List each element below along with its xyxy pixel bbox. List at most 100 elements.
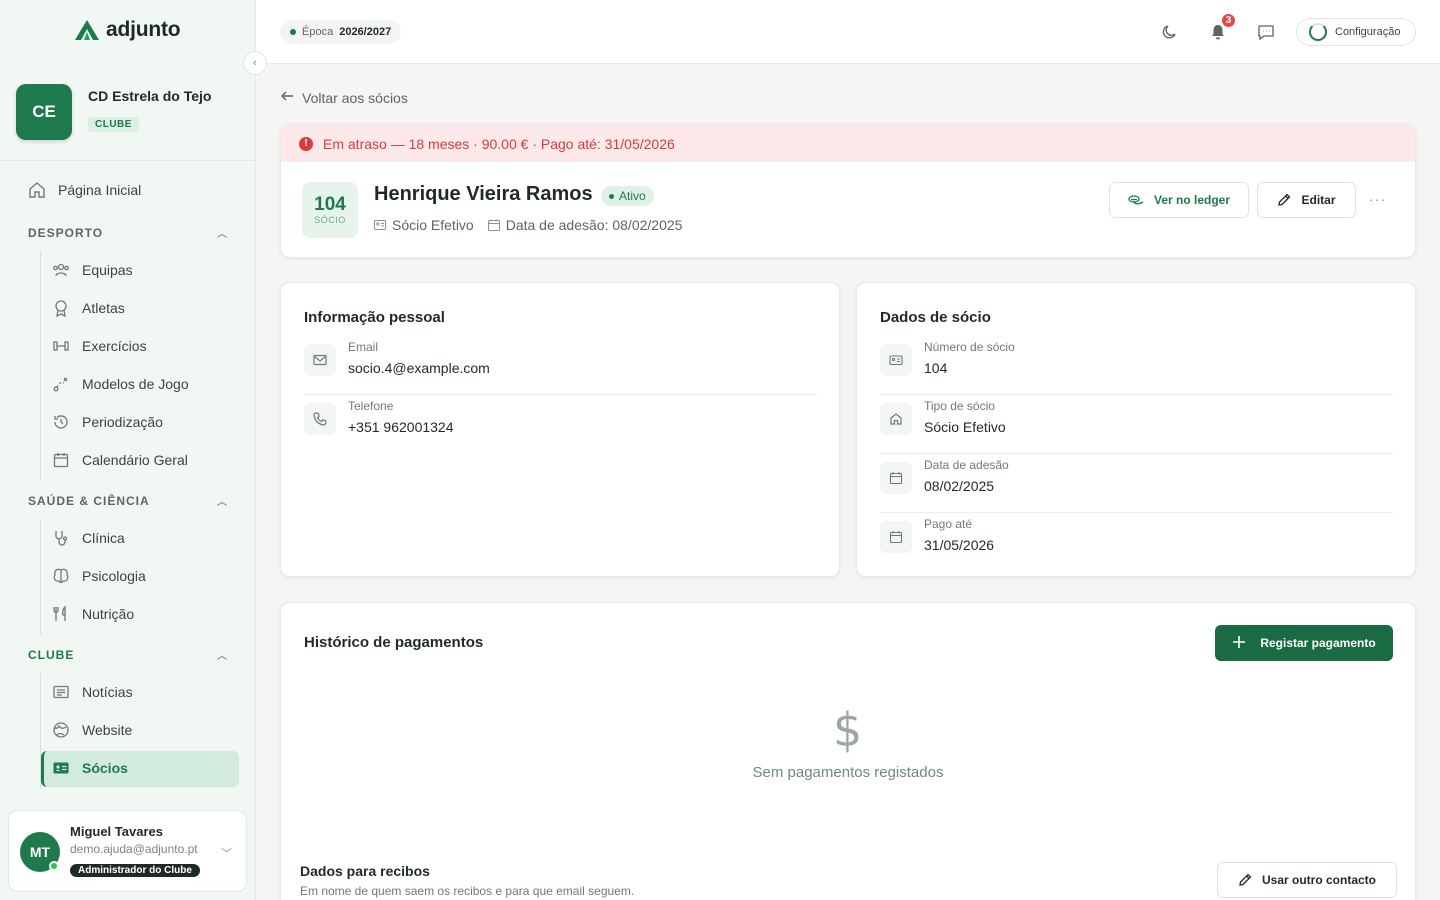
pencil-icon bbox=[1278, 193, 1291, 206]
receipt-data-title: Dados para recibos bbox=[300, 863, 430, 879]
receipt-data-subtitle: Em nome de quem saem os recibos e para q… bbox=[300, 884, 635, 898]
sidebar-item-label: Sócios bbox=[82, 760, 128, 776]
dumbbell-icon bbox=[52, 337, 70, 355]
sidebar-item-home[interactable]: Página Inicial bbox=[28, 181, 141, 199]
info-value[interactable]: +351 962001324 bbox=[348, 419, 454, 435]
season-selector[interactable]: Época 2026/2027 bbox=[280, 20, 402, 44]
section-clube[interactable]: CLUBE ︿ bbox=[28, 647, 228, 663]
brain-icon bbox=[52, 567, 70, 585]
sidebar-item-equipas[interactable]: Equipas bbox=[52, 261, 133, 279]
sidebar-item-label: Nutrição bbox=[82, 606, 135, 622]
id-card-icon bbox=[880, 344, 912, 376]
register-payment-button[interactable]: Registar pagamento bbox=[1215, 625, 1393, 661]
season-label: Época bbox=[302, 26, 334, 38]
club-selector[interactable]: CE CD Estrela do Tejo CLUBE bbox=[0, 64, 255, 161]
info-value: 08/02/2025 bbox=[924, 478, 995, 494]
info-value: 104 bbox=[924, 360, 948, 376]
view-ledger-label: Ver no ledger bbox=[1153, 193, 1231, 207]
info-row-email: Email socio.4@example.com bbox=[304, 336, 817, 395]
sidebar-item-exercicios[interactable]: Exercícios bbox=[52, 337, 147, 355]
sidebar-item-label: Notícias bbox=[82, 684, 133, 700]
info-value: Sócio Efetivo bbox=[924, 419, 1006, 435]
sidebar-item-label: Psicologia bbox=[82, 568, 146, 584]
member-join-label: Data de adesão: 08/02/2025 bbox=[505, 217, 683, 233]
chevron-left-icon: ‹ bbox=[253, 57, 257, 69]
info-row-member-type: Tipo de sócio Sócio Efetivo bbox=[880, 395, 1393, 454]
user-menu[interactable]: MT Miguel Tavares demo.ajuda@adjunto.pt … bbox=[8, 810, 247, 892]
user-email: demo.ajuda@adjunto.pt bbox=[70, 842, 198, 856]
sidebar-item-website[interactable]: Website bbox=[52, 721, 132, 739]
mail-icon bbox=[304, 344, 336, 376]
info-row-join-date: Data de adesão 08/02/2025 bbox=[880, 454, 1393, 513]
chevron-up-icon: ︿ bbox=[217, 229, 228, 240]
nav-tree-line bbox=[40, 251, 41, 481]
info-row-paid-until: Pago até 31/05/2026 bbox=[880, 513, 1393, 572]
sidebar-item-clinica[interactable]: Clínica bbox=[52, 529, 125, 547]
info-row-member-number: Número de sócio 104 bbox=[880, 336, 1393, 395]
sidebar-item-label: Exercícios bbox=[82, 338, 147, 354]
tactics-icon bbox=[52, 375, 70, 393]
section-saude-ciencia[interactable]: SAÚDE & CIÊNCIA ︿ bbox=[28, 493, 228, 509]
info-label: Pago até bbox=[924, 517, 973, 531]
alert-circle-icon: ! bbox=[299, 136, 313, 151]
overdue-alert: ! Em atraso — 18 meses · 90.00 € · Pago … bbox=[281, 125, 1415, 162]
medal-icon bbox=[52, 299, 70, 317]
member-join-date: Data de adesão: 08/02/2025 bbox=[487, 217, 683, 233]
newspaper-icon bbox=[52, 683, 70, 701]
club-name: CD Estrela do Tejo bbox=[88, 88, 212, 104]
member-type-label: Sócio Efetivo bbox=[392, 217, 474, 233]
nav-tree-line bbox=[40, 519, 41, 635]
topbar: Época 2026/2027 3 Configuração bbox=[256, 0, 1440, 64]
member-number: 104 bbox=[314, 194, 346, 215]
online-status-dot bbox=[49, 861, 59, 871]
panel-title: Informação pessoal bbox=[304, 309, 445, 326]
sidebar-item-calendario-geral[interactable]: Calendário Geral bbox=[52, 451, 188, 469]
arrow-left-icon bbox=[280, 89, 294, 106]
sidebar-item-label: Calendário Geral bbox=[82, 452, 188, 468]
app-name: adjunto bbox=[106, 18, 181, 41]
plus-icon bbox=[1232, 635, 1246, 652]
money-icon bbox=[1128, 195, 1144, 205]
sidebar-item-label: Atletas bbox=[82, 300, 125, 316]
app-logo[interactable]: adjunto bbox=[74, 18, 181, 42]
configuration-button[interactable]: Configuração bbox=[1296, 18, 1416, 46]
home-icon bbox=[880, 403, 912, 435]
use-other-contact-button[interactable]: Usar outro contacto bbox=[1217, 862, 1397, 898]
member-number-label: SÓCIO bbox=[314, 215, 346, 225]
sidebar-item-nutricao[interactable]: Nutrição bbox=[52, 605, 134, 623]
empty-state-text: Sem pagamentos registados bbox=[752, 764, 944, 781]
sidebar-item-noticias[interactable]: Notícias bbox=[52, 683, 133, 701]
sidebar-item-periodizacao[interactable]: Periodização bbox=[52, 413, 163, 431]
edit-button[interactable]: Editar bbox=[1257, 182, 1356, 218]
sidebar-item-psicologia[interactable]: Psicologia bbox=[52, 567, 146, 585]
status-label: Ativo bbox=[619, 189, 646, 203]
id-card-icon bbox=[374, 220, 386, 230]
info-label: Data de adesão bbox=[924, 458, 1009, 472]
sidebar-item-modelos-de-jogo[interactable]: Modelos de Jogo bbox=[52, 375, 189, 393]
sidebar-item-socios[interactable]: Sócios bbox=[52, 759, 128, 777]
panel-title: Dados de sócio bbox=[880, 309, 991, 326]
collapse-sidebar-button[interactable]: ‹ bbox=[243, 51, 267, 75]
view-ledger-button[interactable]: Ver no ledger bbox=[1109, 182, 1249, 218]
info-value[interactable]: socio.4@example.com bbox=[348, 360, 490, 376]
season-status-dot bbox=[290, 29, 296, 35]
messages-button[interactable] bbox=[1254, 20, 1278, 44]
section-desporto[interactable]: DESPORTO ︿ bbox=[28, 225, 228, 241]
sidebar-item-atletas[interactable]: Atletas bbox=[52, 299, 125, 317]
theme-toggle-button[interactable] bbox=[1158, 20, 1182, 44]
sidebar: adjunto CE CD Estrela do Tejo CLUBE Pági… bbox=[0, 0, 256, 900]
stethoscope-icon bbox=[52, 529, 70, 547]
info-row-phone: Telefone +351 962001324 bbox=[304, 395, 817, 454]
back-link-label: Voltar aos sócios bbox=[302, 89, 408, 106]
back-to-members-link[interactable]: Voltar aos sócios bbox=[280, 89, 408, 106]
info-label: Número de sócio bbox=[924, 340, 1015, 354]
moon-icon bbox=[1162, 25, 1176, 39]
calendar-icon bbox=[880, 521, 912, 553]
member-name: Henrique Vieira Ramos bbox=[374, 183, 593, 205]
dollar-icon: $ bbox=[833, 703, 863, 757]
more-options-button[interactable]: ··· bbox=[1369, 191, 1386, 207]
sidebar-item-label: Website bbox=[82, 722, 133, 738]
sidebar-item-label: Modelos de Jogo bbox=[82, 376, 189, 392]
calendar-icon bbox=[52, 451, 70, 469]
history-icon bbox=[52, 413, 70, 431]
